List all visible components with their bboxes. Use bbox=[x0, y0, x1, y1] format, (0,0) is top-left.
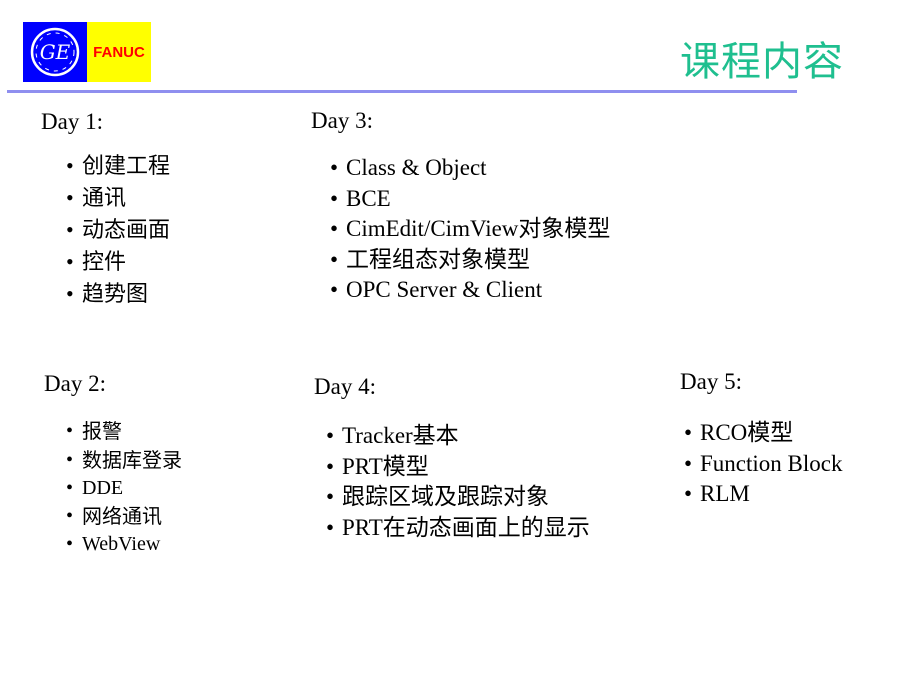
list-item: • Class & Object bbox=[330, 153, 610, 184]
list-item: • PRT模型 bbox=[326, 452, 590, 483]
bullet-icon: • bbox=[326, 514, 335, 540]
bullet-icon: • bbox=[66, 448, 74, 471]
day-label: Day 5: bbox=[680, 369, 742, 394]
bullet-icon: • bbox=[66, 504, 74, 527]
topic-list: • RCO模型 • Function Block • RLM bbox=[684, 418, 842, 510]
day-5-block: Day 5: • RCO模型 • Function Block • RLM bbox=[680, 368, 842, 510]
list-item: • DDE bbox=[66, 475, 182, 503]
bullet-icon: • bbox=[66, 533, 74, 555]
bullet-icon: • bbox=[326, 423, 335, 448]
list-item: • CimEdit/CimView对象模型 bbox=[330, 214, 610, 245]
list-item: • OPC Server & Client bbox=[330, 275, 610, 306]
day-2-block: Day 2: • 报警 • 数据库登录 • DDE • 网络通讯 • WebView bbox=[44, 370, 182, 559]
list-item: • WebView bbox=[66, 531, 182, 559]
bullet-icon: • bbox=[684, 481, 693, 506]
bullet-icon: • bbox=[66, 420, 74, 442]
topic-list: • 创建工程 • 通讯 • 动态画面 • 控件 • 趋势图 bbox=[66, 150, 170, 310]
bullet-icon: • bbox=[66, 249, 74, 274]
day-1-block: Day 1: • 创建工程 • 通讯 • 动态画面 • 控件 • 趋势图 bbox=[41, 108, 170, 310]
list-item: • 控件 bbox=[66, 246, 170, 278]
list-item: • PRT在动态画面上的显示 bbox=[326, 513, 590, 544]
day-label: Day 4: bbox=[314, 374, 376, 399]
list-item: • RCO模型 bbox=[684, 418, 842, 449]
day-3-block: Day 3: • Class & Object • BCE • CimEdit/Cim… bbox=[311, 107, 610, 306]
list-item: • 报警 bbox=[66, 418, 182, 447]
list-item: • Tracker基本 bbox=[326, 421, 590, 452]
bullet-icon: • bbox=[330, 216, 339, 241]
bullet-icon: • bbox=[66, 217, 74, 242]
list-item: • 趋势图 bbox=[66, 278, 170, 310]
fanuc-logo-text: FANUC bbox=[87, 22, 151, 82]
bullet-icon: • bbox=[66, 281, 74, 306]
list-item: • 网络通讯 bbox=[66, 503, 182, 532]
list-item: • Function Block bbox=[684, 449, 842, 480]
bullet-icon: • bbox=[330, 185, 339, 211]
page-title: 课程内容 bbox=[680, 39, 844, 85]
list-item: • 工程组态对象模型 bbox=[330, 245, 610, 276]
ge-logo-icon: GE bbox=[23, 22, 87, 82]
bullet-icon: • bbox=[330, 277, 339, 302]
topic-list: • 报警 • 数据库登录 • DDE • 网络通讯 • WebView bbox=[66, 418, 182, 559]
bullet-icon: • bbox=[684, 420, 693, 445]
list-item: • BCE bbox=[330, 184, 610, 215]
list-item: • 动态画面 bbox=[66, 214, 170, 246]
svg-text:GE: GE bbox=[40, 40, 71, 64]
bullet-icon: • bbox=[326, 484, 335, 509]
bullet-icon: • bbox=[66, 185, 74, 210]
list-item: • 通讯 bbox=[66, 182, 170, 214]
day-label: Day 3: bbox=[311, 108, 373, 133]
day-4-block: Day 4: • Tracker基本 • PRT模型 • 跟踪区域及跟踪对象 • PRT… bbox=[314, 373, 590, 543]
day-label: Day 2: bbox=[44, 371, 106, 396]
bullet-icon: • bbox=[66, 477, 74, 499]
bullet-icon: • bbox=[330, 246, 339, 272]
header-divider bbox=[7, 90, 797, 93]
list-item: • RLM bbox=[684, 479, 842, 510]
list-item: • 创建工程 bbox=[66, 150, 170, 182]
bullet-icon: • bbox=[66, 153, 74, 178]
list-item: • 数据库登录 bbox=[66, 447, 182, 476]
list-item: • 跟踪区域及跟踪对象 bbox=[326, 482, 590, 513]
bullet-icon: • bbox=[330, 155, 339, 180]
topic-list: • Tracker基本 • PRT模型 • 跟踪区域及跟踪对象 • PRT在动态画面上的… bbox=[326, 421, 590, 543]
ge-fanuc-logo: GE FANUC bbox=[23, 22, 151, 82]
bullet-icon: • bbox=[326, 453, 335, 479]
bullet-icon: • bbox=[684, 450, 693, 476]
topic-list: • Class & Object • BCE • CimEdit/CimView对象模… bbox=[330, 153, 610, 306]
day-label: Day 1: bbox=[41, 109, 103, 134]
